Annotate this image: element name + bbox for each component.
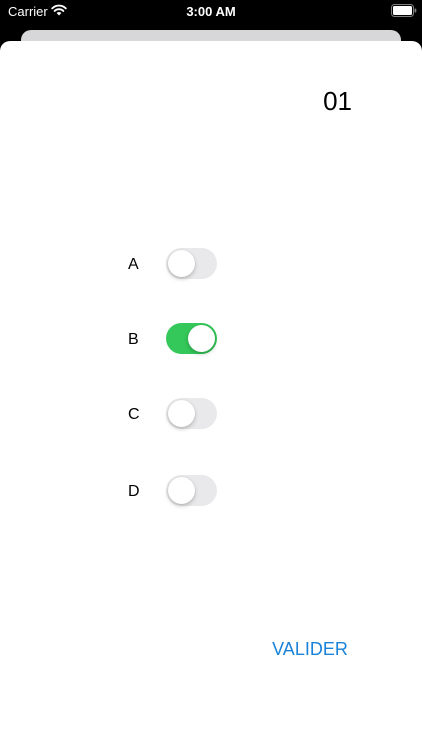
question-number: 01 (323, 86, 352, 116)
toggle-knob (168, 250, 195, 277)
battery-icon (391, 4, 417, 17)
option-label-a: A (128, 256, 139, 273)
clock: 3:00 AM (186, 4, 236, 19)
toggle-knob (168, 477, 195, 504)
option-label-b: B (128, 331, 139, 348)
toggle-b[interactable] (166, 323, 217, 354)
modal-sheet (0, 41, 422, 750)
toggle-knob (168, 400, 195, 427)
option-label-d: D (128, 483, 140, 500)
toggle-knob (188, 325, 215, 352)
toggle-a[interactable] (166, 248, 217, 279)
option-label-c: C (128, 406, 140, 423)
valider-button[interactable]: VALIDER (266, 638, 354, 660)
status-bar: Carrier 3:00 AM (0, 0, 422, 24)
toggle-c[interactable] (166, 398, 217, 429)
toggle-d[interactable] (166, 475, 217, 506)
